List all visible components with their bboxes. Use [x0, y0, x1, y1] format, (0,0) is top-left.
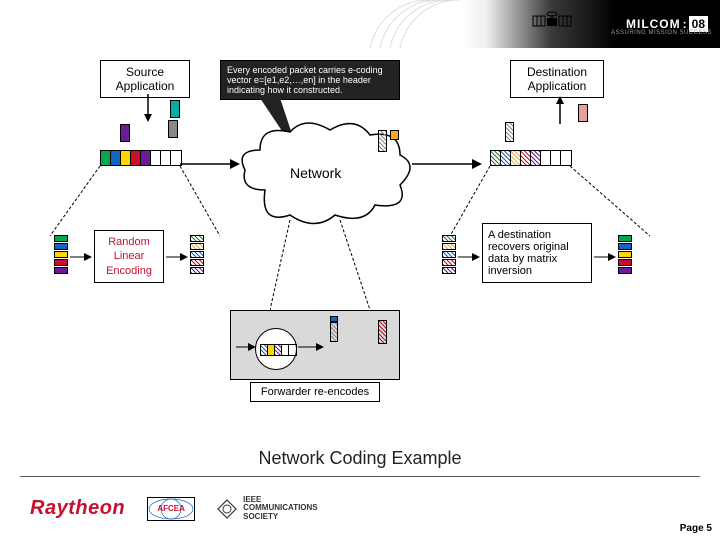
encoded-packet-stack	[190, 235, 204, 275]
raytheon-logo: Raytheon	[30, 497, 125, 520]
network-label: Network	[290, 165, 341, 181]
packet-pink	[578, 104, 588, 122]
header-arcs	[370, 0, 470, 48]
dest-encoded-stack	[442, 235, 456, 275]
arrow-up-icon	[554, 96, 566, 124]
source-packet-stack	[54, 235, 68, 275]
divider	[20, 476, 700, 477]
destination-recover-box: A destination recovers original data by …	[482, 223, 592, 283]
packet-hatched	[505, 122, 514, 142]
encoded-packet	[378, 130, 387, 152]
ieee-diamond-icon	[217, 499, 237, 519]
page-number: Page 5	[680, 523, 712, 534]
packet-teal	[170, 100, 180, 118]
forwarder-label: Forwarder re-encodes	[250, 382, 380, 402]
source-application-box: Source Application	[100, 60, 190, 98]
arrow-right-icon	[458, 252, 480, 262]
forwarder-out-packet	[330, 322, 338, 342]
ieee-line3: SOCIETY	[243, 513, 318, 522]
destination-buffer	[490, 150, 572, 166]
arrow-down-icon	[142, 94, 154, 122]
forwarder-out-header	[330, 316, 338, 322]
satellite-icon	[529, 6, 575, 43]
source-buffer	[100, 150, 182, 166]
forwarder-buffer	[260, 344, 297, 356]
header-chip	[390, 130, 399, 140]
milcom-tagline: ASSURING MISSION SUCCESS	[611, 30, 712, 36]
arrow-to-cloud	[180, 158, 240, 170]
arrow-right-icon	[594, 252, 616, 262]
arrow-right-icon	[166, 252, 188, 262]
random-linear-encoding-box: Random Linear Encoding	[94, 230, 164, 283]
afcea-logo: AFCEA	[147, 497, 195, 521]
packet-gray	[168, 120, 178, 138]
ieee-logo: IEEE COMMUNICATIONS SOCIETY	[217, 496, 318, 522]
arrow-into-node	[236, 342, 256, 352]
milcom-text: MILCOM	[626, 17, 681, 31]
footer: Raytheon AFCEA IEEE COMMUNICATIONS SOCIE…	[30, 496, 318, 522]
slide-caption: Network Coding Example	[0, 448, 720, 469]
header-banner: MILCOM: 08	[460, 0, 720, 48]
destination-application-box: Destination Application	[510, 60, 604, 98]
forwarder-out-packet2	[378, 320, 387, 344]
arrow-out-node	[298, 342, 324, 352]
arrow-right-icon	[70, 252, 92, 262]
cloud-to-forwarder-lines	[270, 220, 370, 315]
diagram-area: Source Application Random Linear Encodin…	[60, 60, 660, 440]
encoding-vector-callout: Every encoded packet carries e-coding ve…	[220, 60, 400, 100]
recovered-packet-stack	[618, 235, 632, 275]
packet-purple	[120, 124, 130, 142]
